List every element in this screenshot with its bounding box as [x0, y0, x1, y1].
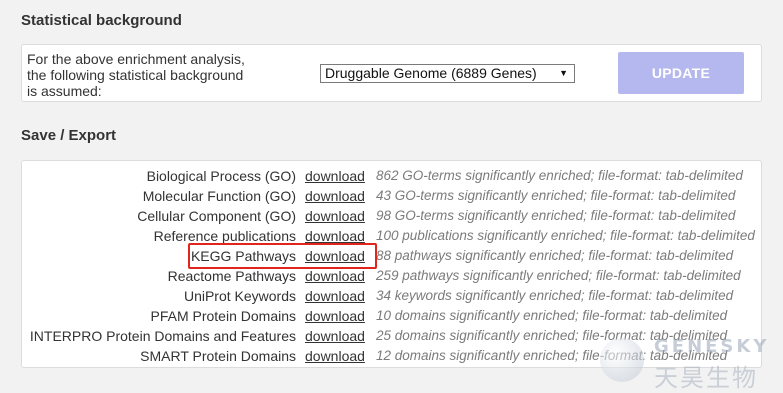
- statistical-background-title: Statistical background: [21, 12, 182, 29]
- background-description-line: the following statistical background: [27, 67, 244, 83]
- export-row-reactome-pathways: Reactome Pathways download 259 pathways …: [22, 266, 763, 286]
- watermark-chinese: 天昊生物: [654, 364, 758, 392]
- background-description-line: is assumed:: [27, 83, 102, 99]
- row-label: Reference publications: [153, 228, 296, 244]
- row-label: Reactome Pathways: [167, 268, 296, 284]
- download-link[interactable]: download: [305, 226, 365, 246]
- row-description: 259 pathways significantly enriched; fil…: [376, 268, 741, 283]
- row-label: INTERPRO Protein Domains and Features: [29, 328, 296, 344]
- genesky-logo-icon: [600, 338, 644, 382]
- download-link[interactable]: download: [305, 306, 365, 326]
- row-label: SMART Protein Domains: [140, 348, 296, 364]
- download-link[interactable]: download: [305, 346, 365, 366]
- row-description: 10 domains significantly enriched; file-…: [376, 308, 728, 323]
- background-select[interactable]: Druggable Genome (6889 Genes) ▼: [320, 64, 575, 83]
- download-link[interactable]: download: [305, 206, 365, 226]
- statistical-background-panel: For the above enrichment analysis, the f…: [21, 44, 762, 102]
- background-select-value: Druggable Genome (6889 Genes): [325, 65, 537, 81]
- row-description: 34 keywords significantly enriched; file…: [376, 288, 734, 303]
- download-link[interactable]: download: [305, 266, 365, 286]
- row-label: PFAM Protein Domains: [150, 308, 297, 324]
- export-row-cellular-component: Cellular Component (GO) download 98 GO-t…: [22, 206, 763, 226]
- export-row-pfam-protein-domains: PFAM Protein Domains download 10 domains…: [22, 306, 763, 326]
- row-description: 98 GO-terms significantly enriched; file…: [376, 208, 736, 223]
- row-label: Molecular Function (GO): [142, 188, 296, 204]
- download-link[interactable]: download: [305, 186, 365, 206]
- row-description: 88 pathways significantly enriched; file…: [376, 248, 734, 263]
- row-description: 100 publications significantly enriched;…: [376, 228, 755, 243]
- row-label: UniProt Keywords: [183, 288, 296, 304]
- export-row-biological-process: Biological Process (GO) download 862 GO-…: [22, 166, 763, 186]
- background-description-line: For the above enrichment analysis,: [27, 51, 245, 67]
- download-link[interactable]: download: [305, 286, 365, 306]
- save-export-title: Save / Export: [21, 127, 117, 144]
- genesky-watermark: GENESKY 天昊生物: [598, 336, 780, 392]
- watermark-english: GENESKY: [654, 336, 770, 357]
- background-description: For the above enrichment analysis, the f…: [27, 51, 267, 99]
- download-link[interactable]: download: [305, 326, 365, 346]
- row-description: 43 GO-terms significantly enriched; file…: [376, 188, 736, 203]
- download-link[interactable]: download: [305, 166, 365, 186]
- row-label: KEGG Pathways: [190, 248, 296, 264]
- export-row-molecular-function: Molecular Function (GO) download 43 GO-t…: [22, 186, 763, 206]
- dropdown-arrow-icon: ▼: [559, 68, 568, 78]
- export-row-kegg-pathways: KEGG Pathways download 88 pathways signi…: [22, 246, 763, 266]
- row-label: Biological Process (GO): [146, 168, 296, 184]
- download-link[interactable]: download: [305, 246, 365, 266]
- row-description: 862 GO-terms significantly enriched; fil…: [376, 168, 743, 183]
- row-label: Cellular Component (GO): [137, 208, 296, 224]
- export-row-reference-publications: Reference publications download 100 publ…: [22, 226, 763, 246]
- update-button[interactable]: UPDATE: [618, 52, 744, 94]
- export-row-uniprot-keywords: UniProt Keywords download 34 keywords si…: [22, 286, 763, 306]
